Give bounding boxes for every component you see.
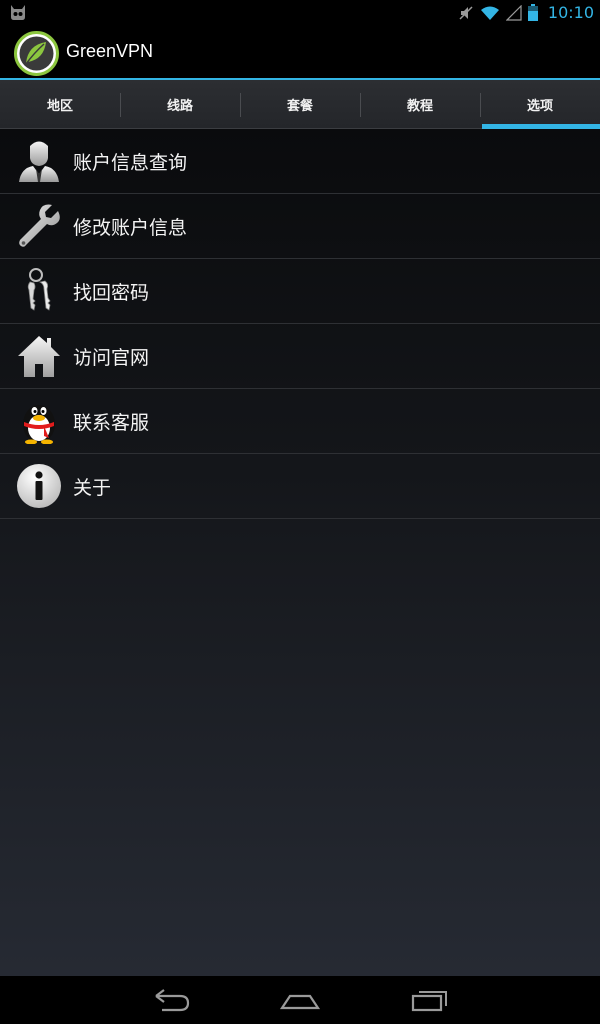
recent-apps-icon[interactable]	[410, 986, 450, 1014]
menu-item-contact-support[interactable]: 联系客服	[0, 389, 600, 454]
menu-item-label: 找回密码	[73, 281, 150, 304]
tab-label: 地区	[46, 98, 73, 114]
battery-icon	[527, 4, 538, 21]
menu-item-recover-password[interactable]: 找回密码	[0, 259, 600, 324]
tab-label: 选项	[526, 98, 553, 114]
navigation-bar	[0, 976, 600, 1024]
tab-bar: 地区 线路 套餐 教程 选项	[0, 80, 600, 129]
tab-region[interactable]: 地区	[0, 80, 120, 128]
menu-item-label: 访问官网	[73, 346, 150, 369]
tab-plan[interactable]: 套餐	[240, 80, 360, 128]
cyanogen-icon	[11, 5, 25, 20]
back-icon[interactable]	[152, 986, 192, 1014]
home-icon	[15, 332, 63, 380]
green-leaf-logo-icon[interactable]	[14, 31, 59, 76]
menu-item-edit-account[interactable]: 修改账户信息	[0, 194, 600, 259]
signal-icon	[505, 4, 522, 21]
menu-item-label: 修改账户信息	[73, 216, 188, 239]
wifi-icon	[480, 6, 499, 20]
menu-item-about[interactable]: 关于	[0, 454, 600, 519]
tab-label: 线路	[166, 98, 193, 114]
app-title: GreenVPN	[66, 41, 154, 61]
menu-item-visit-website[interactable]: 访问官网	[0, 324, 600, 389]
mute-icon	[459, 5, 473, 20]
action-bar: GreenVPN	[0, 25, 600, 80]
tab-tutorial[interactable]: 教程	[360, 80, 480, 128]
status-bar: 10:10	[0, 0, 600, 25]
user-icon	[15, 137, 63, 185]
menu-item-label: 联系客服	[73, 411, 150, 434]
menu-item-label: 关于	[73, 476, 112, 499]
tab-options[interactable]: 选项	[480, 80, 600, 129]
menu-item-account-info[interactable]: 账户信息查询	[0, 129, 600, 194]
home-nav-icon[interactable]	[280, 986, 320, 1014]
menu-item-label: 账户信息查询	[73, 151, 188, 174]
tab-label: 教程	[406, 98, 433, 114]
tab-route[interactable]: 线路	[120, 80, 240, 128]
tab-label: 套餐	[286, 98, 313, 114]
info-icon	[15, 462, 63, 510]
clock: 10:10	[547, 3, 594, 22]
wrench-icon	[15, 202, 63, 250]
qq-penguin-icon	[15, 397, 63, 445]
keys-icon	[15, 267, 63, 315]
options-list: 账户信息查询 修改账户信息 找回密码 访问官网 联系客服 关于	[0, 129, 600, 976]
